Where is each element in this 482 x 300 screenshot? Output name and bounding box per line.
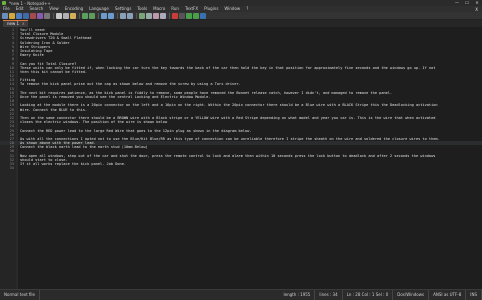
status-encoding: ANSI as UTF-8: [429, 290, 467, 300]
status-insert-mode: INS: [466, 290, 482, 300]
print-icon[interactable]: [44, 12, 50, 19]
status-lines: lines : 34: [315, 290, 343, 300]
new-file-icon[interactable]: [2, 12, 8, 19]
word-wrap-icon[interactable]: [146, 12, 152, 19]
replace-icon[interactable]: [108, 12, 114, 19]
toolbar: [0, 12, 482, 20]
status-eol: Dos\Windows: [393, 290, 430, 300]
status-cursor-position: Ln : 28 Col : 1 Sel : 0: [343, 290, 394, 300]
zoom-out-icon[interactable]: [127, 12, 133, 19]
run-macro-multiple-icon[interactable]: [193, 12, 199, 19]
paste-icon[interactable]: [70, 12, 76, 19]
line-number: 34: [9, 166, 14, 171]
tab-new-1[interactable]: new 1 x: [3, 20, 29, 27]
save-all-icon[interactable]: [23, 12, 29, 19]
tab-bar: new 1 x: [0, 20, 482, 27]
save-icon[interactable]: [16, 12, 22, 19]
status-bar: Normal text file length : 1955 lines : 3…: [0, 289, 482, 300]
cut-icon[interactable]: [56, 12, 62, 19]
copy-icon[interactable]: [63, 12, 69, 19]
toolbar-separator: [117, 12, 118, 19]
editor-line[interactable]: 34: [0, 166, 482, 170]
close-document-button[interactable]: X: [471, 7, 482, 12]
show-all-chars-icon[interactable]: [153, 12, 159, 19]
find-icon[interactable]: [101, 12, 107, 19]
notepad-plus-plus-icon: [2, 1, 6, 5]
play-macro-icon[interactable]: [186, 12, 192, 19]
text-editor[interactable]: 1 You'll need: 2 Total Closure Module 3 Screw…: [0, 27, 482, 289]
undo-icon[interactable]: [82, 12, 88, 19]
toolbar-separator: [79, 12, 80, 19]
save-macro-icon[interactable]: [200, 12, 206, 19]
close-file-icon[interactable]: [30, 12, 36, 19]
status-length: length : 1955: [280, 290, 316, 300]
window-title: *new 1 - Notepad++: [9, 0, 51, 6]
status-file-type: Normal text file: [0, 290, 41, 300]
stop-macro-icon[interactable]: [179, 12, 185, 19]
toolbar-separator: [169, 12, 170, 19]
editor-lines: 1 You'll need: 2 Total Closure Module 3 Screw…: [0, 28, 482, 170]
sync-scroll-icon[interactable]: [139, 12, 145, 19]
record-macro-icon[interactable]: [172, 12, 178, 19]
close-all-icon[interactable]: [37, 12, 43, 19]
toolbar-separator: [53, 12, 54, 19]
line-text: [16, 166, 478, 170]
open-folder-icon[interactable]: [9, 12, 15, 19]
redo-icon[interactable]: [89, 12, 95, 19]
indent-guide-icon[interactable]: [160, 12, 166, 19]
toolbar-separator: [136, 12, 137, 19]
zoom-in-icon[interactable]: [120, 12, 126, 19]
toolbar-separator: [98, 12, 99, 19]
